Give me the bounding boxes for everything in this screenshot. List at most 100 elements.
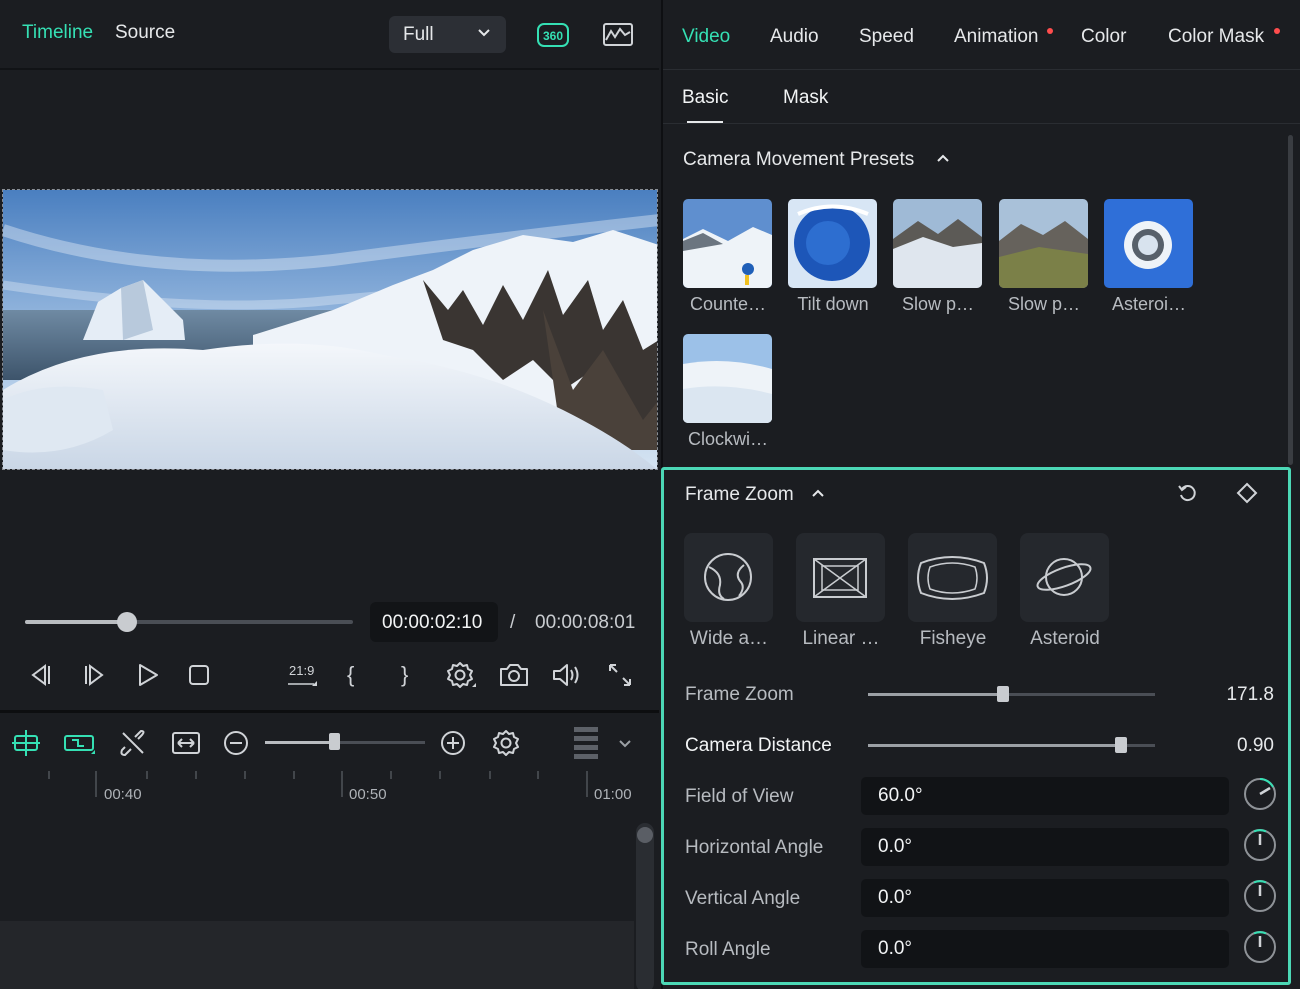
chevron-down-icon[interactable] bbox=[618, 739, 632, 749]
track-layout-icon[interactable] bbox=[572, 725, 600, 767]
preset-label: Clockwi… bbox=[687, 429, 768, 449]
video-preview[interactable] bbox=[2, 189, 658, 470]
horizontal-dial-icon[interactable] bbox=[1242, 827, 1278, 863]
mark-in-button[interactable]: { bbox=[347, 662, 354, 688]
preset-thumb-clockwise[interactable] bbox=[683, 334, 772, 423]
tab-source[interactable]: Source bbox=[115, 22, 175, 44]
preset-thumb-asteroid[interactable] bbox=[1104, 199, 1193, 288]
properties-panel: Video Audio Speed Animation Color Color … bbox=[661, 0, 1300, 989]
mark-out-button[interactable]: } bbox=[401, 662, 408, 688]
camera-distance-handle[interactable] bbox=[1114, 737, 1127, 753]
subtab-mask[interactable]: Mask bbox=[783, 87, 828, 109]
ruler-label: 00:40 bbox=[104, 786, 142, 803]
aspect-ratio-button[interactable]: 21:9 bbox=[286, 660, 320, 690]
camera-distance-fill bbox=[868, 744, 1121, 747]
360-view-icon[interactable]: 360 bbox=[536, 20, 570, 50]
preset-thumb-counterclockwise[interactable] bbox=[683, 199, 772, 288]
preset-thumb-tilt-down[interactable] bbox=[788, 199, 877, 288]
frame-zoom-label: Frame Zoom bbox=[685, 684, 794, 705]
vertical-angle-label: Vertical Angle bbox=[685, 888, 801, 909]
preview-frame bbox=[3, 190, 657, 469]
mode-wide-angle[interactable] bbox=[684, 533, 773, 622]
volume-icon[interactable] bbox=[551, 660, 583, 690]
play-icon[interactable] bbox=[133, 660, 163, 690]
zoom-out-icon[interactable] bbox=[222, 727, 252, 759]
frame-zoom-fill bbox=[868, 693, 1003, 696]
next-frame-icon[interactable] bbox=[80, 660, 110, 690]
frame-zoom-handle[interactable] bbox=[996, 686, 1009, 702]
fullscreen-icon[interactable] bbox=[605, 660, 635, 690]
subtab-basic[interactable]: Basic bbox=[682, 87, 728, 109]
timeline-zoom-handle[interactable] bbox=[328, 733, 340, 750]
chevron-up-icon[interactable] bbox=[811, 488, 825, 498]
mode-label: Fisheye bbox=[919, 628, 987, 649]
color-mask-badge bbox=[1274, 28, 1280, 34]
current-time: 00:00:02:10 bbox=[382, 612, 483, 633]
horizontal-angle-value: 0.0° bbox=[878, 836, 913, 857]
roll-angle-input[interactable]: 0.0° bbox=[861, 930, 1229, 968]
mode-label: Asteroid bbox=[1030, 628, 1100, 649]
presets-section-title[interactable]: Camera Movement Presets bbox=[683, 149, 914, 171]
svg-text:360: 360 bbox=[543, 29, 563, 43]
preset-label: Counte… bbox=[689, 294, 767, 314]
stop-icon[interactable] bbox=[185, 660, 215, 690]
mode-fisheye[interactable] bbox=[908, 533, 997, 622]
progress-fill bbox=[25, 620, 127, 624]
fov-label: Field of View bbox=[685, 786, 794, 807]
timeline-scrollbar[interactable] bbox=[636, 823, 654, 989]
progress-handle[interactable] bbox=[116, 612, 137, 632]
asteroid-icon bbox=[1036, 558, 1092, 596]
properties-tabs: Video Audio Speed Animation Color Color … bbox=[663, 0, 1300, 70]
time-ruler[interactable]: 00:40 00:50 01:00 bbox=[0, 769, 634, 809]
waveform-scope-icon[interactable] bbox=[601, 20, 635, 50]
preset-label: Asteroi… bbox=[1111, 294, 1187, 314]
preset-thumb-slow-pan-2[interactable] bbox=[999, 199, 1088, 288]
preset-thumb-slow-pan-1[interactable] bbox=[893, 199, 982, 288]
link-clips-icon[interactable] bbox=[62, 727, 96, 759]
roll-angle-value: 0.0° bbox=[878, 938, 913, 959]
frame-zoom-title[interactable]: Frame Zoom bbox=[685, 484, 794, 506]
settings-icon[interactable] bbox=[445, 660, 477, 692]
tab-audio[interactable]: Audio bbox=[770, 26, 819, 48]
vertical-dial-icon[interactable] bbox=[1242, 878, 1278, 914]
tab-timeline[interactable]: Timeline bbox=[22, 22, 93, 44]
ruler-ticks bbox=[48, 771, 588, 797]
wide-angle-icon bbox=[704, 553, 752, 601]
roll-dial-icon[interactable] bbox=[1242, 929, 1278, 965]
quality-value: Full bbox=[403, 24, 434, 45]
timeline-panel: 00:40 00:50 01:00 bbox=[0, 710, 659, 989]
tab-speed[interactable]: Speed bbox=[859, 26, 914, 48]
keyframe-diamond-icon[interactable] bbox=[1236, 482, 1258, 504]
chevron-up-icon[interactable] bbox=[936, 153, 950, 163]
previous-frame-icon[interactable] bbox=[25, 660, 55, 690]
unlink-icon[interactable] bbox=[117, 727, 149, 759]
tab-color[interactable]: Color bbox=[1081, 26, 1126, 48]
vertical-angle-input[interactable]: 0.0° bbox=[861, 879, 1229, 917]
snap-marker-icon[interactable] bbox=[10, 727, 42, 759]
preset-label: Slow p… bbox=[901, 294, 975, 314]
tab-animation[interactable]: Animation bbox=[954, 26, 1039, 48]
frame-zoom-value[interactable]: 171.8 bbox=[1194, 684, 1274, 706]
mode-asteroid[interactable] bbox=[1020, 533, 1109, 622]
timeline-settings-icon[interactable] bbox=[491, 727, 523, 759]
camera-distance-value[interactable]: 0.90 bbox=[1194, 735, 1274, 757]
snapshot-camera-icon[interactable] bbox=[498, 660, 530, 690]
mode-linear[interactable] bbox=[796, 533, 885, 622]
roll-angle-label: Roll Angle bbox=[685, 939, 771, 960]
tab-color-mask[interactable]: Color Mask bbox=[1168, 26, 1264, 48]
fov-dial-icon[interactable] bbox=[1242, 776, 1278, 812]
fisheye-icon bbox=[917, 556, 988, 600]
ruler-label: 01:00 bbox=[594, 786, 632, 803]
current-time-box[interactable]: 00:00:02:10 bbox=[370, 602, 498, 642]
player-toolbar: Timeline Source Full 360 bbox=[0, 0, 659, 70]
timeline-scroll-thumb[interactable] bbox=[637, 827, 653, 843]
properties-scrollbar[interactable] bbox=[1288, 135, 1293, 465]
fit-timeline-icon[interactable] bbox=[170, 727, 202, 759]
horizontal-angle-input[interactable]: 0.0° bbox=[861, 828, 1229, 866]
quality-dropdown[interactable]: Full bbox=[389, 16, 506, 53]
tab-video[interactable]: Video bbox=[682, 26, 730, 48]
reset-icon[interactable] bbox=[1177, 483, 1199, 505]
zoom-in-icon[interactable] bbox=[439, 727, 469, 759]
fov-input[interactable]: 60.0° bbox=[861, 777, 1229, 815]
timeline-track-area[interactable] bbox=[0, 921, 634, 989]
